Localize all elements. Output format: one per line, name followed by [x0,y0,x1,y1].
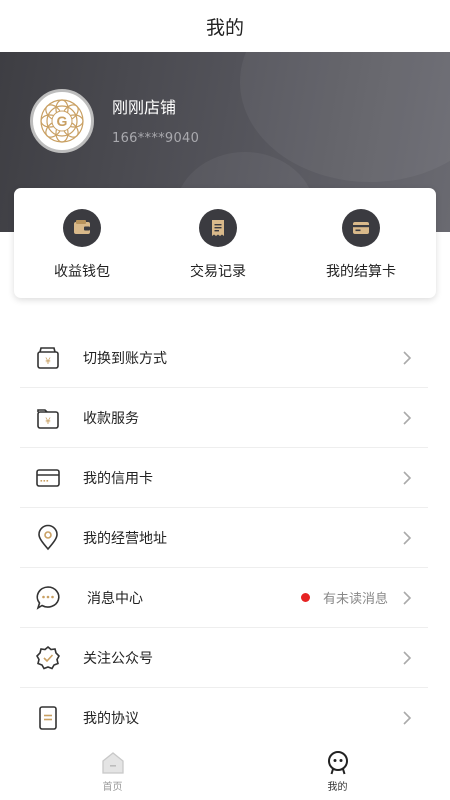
chevron-right-icon [403,470,412,485]
page-title: 我的 [205,16,244,39]
settlement-card-label: 我的结算卡 [326,264,396,280]
credit-card-icon [33,463,63,493]
svg-text:G: G [57,113,68,129]
tab-home-label: 首页 [102,782,123,793]
menu-item-follow-official-account[interactable]: 关注公众号 [20,628,428,688]
menu-item-credit-card[interactable]: 我的信用卡 [20,448,428,508]
chevron-right-icon [403,711,412,725]
menu-item-message-center[interactable]: 消息中心 有未读消息 [20,568,428,628]
mine-page: 我的 G 刚刚店铺 166****9040 收益钱包 交易记录 我的结算卡 ¥ … [0,0,450,800]
chevron-right-icon [403,530,412,545]
menu-label: 关注公众号 [83,650,153,667]
tab-mine[interactable]: 我的 [225,740,450,800]
home-icon [101,752,124,774]
unread-dot [300,593,310,602]
transactions-label: 交易记录 [190,264,246,280]
menu-item-business-address[interactable]: 我的经营地址 [20,508,428,568]
menu-label: 切换到账方式 [83,350,167,367]
settlement-card-button[interactable]: 我的结算卡 [286,188,436,298]
bottom-tab-bar: 首页 我的 [0,740,450,800]
verified-badge-icon [33,643,63,673]
yen-wallet-icon: ¥ [33,343,63,373]
chevron-right-icon [403,410,412,425]
location-icon [33,523,63,553]
wallet-icon [63,209,101,247]
chevron-right-icon [403,350,412,365]
svg-text:¥: ¥ [45,417,51,427]
unread-indicator: 有未读消息 [300,588,388,607]
menu-label: 消息中心 [87,590,143,607]
user-face-icon [327,751,348,775]
card-icon [342,209,380,247]
shop-name: 刚刚店铺 [112,98,177,117]
tab-home[interactable]: 首页 [0,740,225,800]
menu-item-switch-payout[interactable]: ¥ 切换到账方式 [20,328,428,388]
shop-logo-icon: G [40,99,84,143]
unread-text: 有未读消息 [322,592,388,607]
menu-label: 我的经营地址 [83,530,167,547]
avatar[interactable]: G [30,89,94,153]
menu-label: 我的协议 [83,711,139,727]
receipt-icon [199,209,237,247]
menu-label: 我的信用卡 [83,470,153,487]
tab-mine-label: 我的 [327,782,348,793]
chevron-right-icon [403,590,412,605]
wallet-button[interactable]: 收益钱包 [14,188,150,298]
top-bar: 我的 [0,0,450,52]
menu-list: ¥ 切换到账方式 ¥ 收款服务 我的信用卡 我的经营地址 消息中心 有未读消息 … [20,328,428,748]
phone-number: 166****9040 [112,131,200,146]
transactions-button[interactable]: 交易记录 [150,188,286,298]
quick-actions-card: 收益钱包 交易记录 我的结算卡 [14,188,436,298]
wallet-label: 收益钱包 [54,264,110,280]
chat-icon [33,583,63,613]
menu-item-payment-service[interactable]: ¥ 收款服务 [20,388,428,448]
menu-item-my-agreements[interactable]: 我的协议 [20,688,428,748]
menu-label: 收款服务 [83,410,139,427]
yen-folder-icon: ¥ [33,403,63,433]
document-icon [33,703,63,733]
svg-text:¥: ¥ [45,357,51,367]
chevron-right-icon [403,650,412,665]
